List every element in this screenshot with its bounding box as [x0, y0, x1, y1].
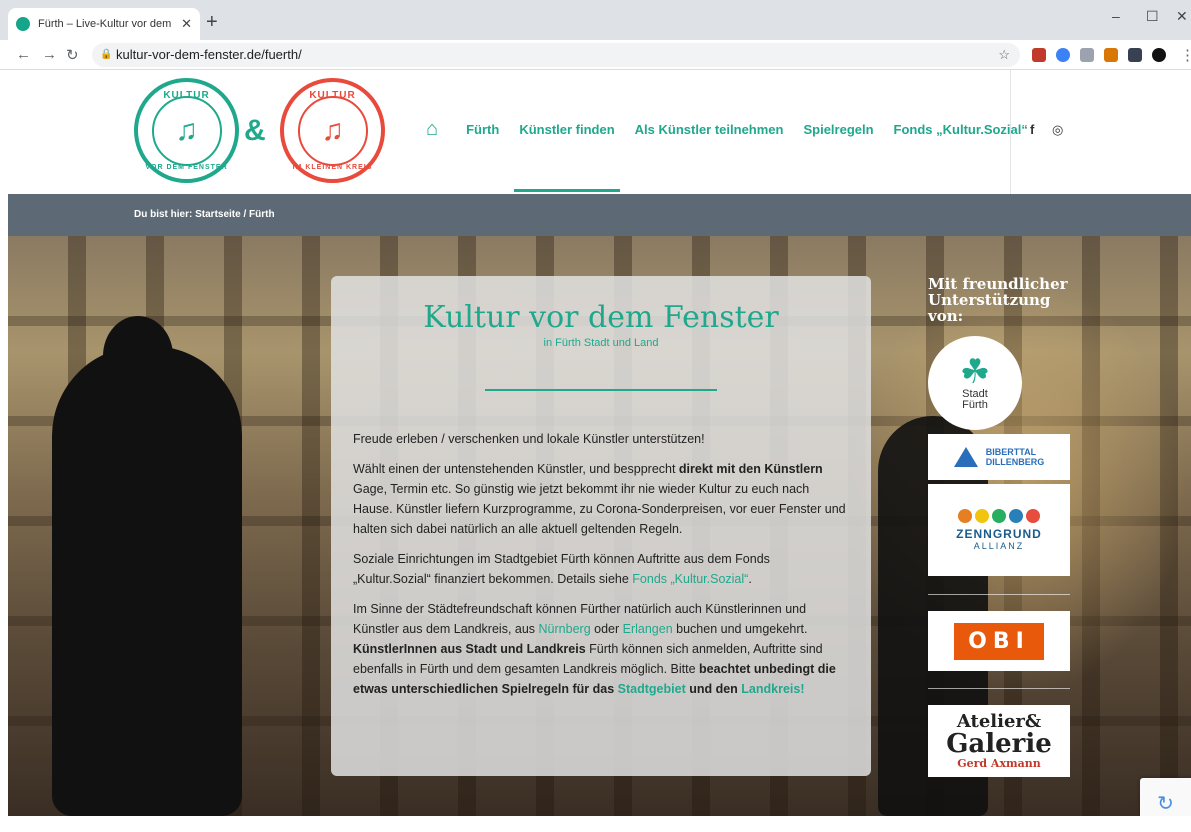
sponsor-zenn-label-2: ALLIANZ — [973, 541, 1025, 551]
badge2-top-text: KULTUR — [309, 90, 356, 101]
tab-title: Fürth – Live-Kultur vor dem Fenst — [38, 18, 175, 30]
intro-content-box: Kultur vor dem Fenster in Fürth Stadt un… — [331, 276, 871, 776]
menu-item-fuerth[interactable]: Fürth — [466, 122, 499, 137]
erlangen-link[interactable]: Erlangen — [623, 622, 673, 636]
page-bottom — [0, 816, 1191, 832]
profile-avatar[interactable] — [1152, 48, 1166, 62]
header-divider — [1010, 70, 1011, 194]
social-links: f ◎ — [1030, 122, 1063, 138]
intro-paragraph-3: Soziale Einrichtungen im Stadtgebiet Für… — [353, 552, 770, 586]
lock-icon: 🔒 — [100, 49, 113, 60]
sponsors-heading: Mit freundlicher Unterstützung von: — [928, 275, 1068, 325]
title-separator — [485, 389, 717, 391]
close-window-icon[interactable]: ✕ — [1176, 8, 1188, 25]
zenngrund-dots-logo-icon — [958, 509, 1040, 523]
extension-blue-icon[interactable] — [1056, 48, 1070, 62]
badge1-bottom-text: VOR DEM FENSTER — [145, 164, 228, 171]
nuernberg-link[interactable]: Nürnberg — [539, 622, 591, 636]
extension-orange-icon[interactable] — [1104, 48, 1118, 62]
tab-close-icon[interactable]: ✕ — [181, 16, 192, 32]
minimize-icon[interactable]: – — [1112, 8, 1120, 24]
person-head-silhouette — [103, 316, 173, 396]
sponsor-stadt-fuerth[interactable]: ☘ Stadt Fürth — [928, 336, 1022, 430]
sponsor-atelier-label-3: Gerd Axmann — [957, 756, 1041, 770]
logo-kultur-im-kleinen-kreis[interactable]: KULTUR ♫ IM KLEINEN KREIS — [280, 78, 385, 183]
theater-masks-icon: ♫ — [151, 95, 222, 166]
intro-paragraph-4: Im Sinne der Städtefreundschaft können F… — [353, 602, 836, 696]
url-field[interactable]: 🔒 kultur-vor-dem-fenster.de/fuerth/ ☆ — [92, 43, 1020, 67]
intro-paragraph-1: Freude erleben / verschenken und lokale … — [353, 432, 705, 446]
fonds-link[interactable]: Fonds „Kultur.Sozial“ — [632, 572, 748, 586]
menu-item-als-kuenstler-teilnehmen[interactable]: Als Künstler teilnehmen — [635, 122, 784, 137]
sponsor-bibert-label-2: DILLENBERG — [985, 457, 1045, 467]
extension-camera-icon[interactable] — [1080, 48, 1094, 62]
sponsor-stadt-label-2: Fürth — [962, 399, 988, 411]
new-tab-icon[interactable]: + — [206, 12, 218, 32]
page-title: Kultur vor dem Fenster — [423, 300, 779, 335]
menu-item-fonds-kultur-sozial[interactable]: Fonds „Kultur.Sozial“ — [894, 122, 1028, 137]
home-icon[interactable]: ⌂ — [426, 118, 438, 141]
browser-tab-strip: Fürth – Live-Kultur vor dem Fenst ✕ + – … — [0, 0, 1191, 40]
facebook-icon[interactable]: f — [1030, 122, 1034, 137]
site-favicon-icon — [16, 17, 30, 31]
back-icon[interactable]: ← — [16, 46, 31, 63]
sponsor-zenn-label-1: ZENNGRUND — [956, 527, 1042, 541]
extensions-puzzle-icon[interactable] — [1128, 48, 1142, 62]
bookmark-star-icon[interactable]: ☆ — [998, 43, 1010, 67]
breadcrumb: Du bist hier: Startseite / Fürth — [8, 194, 1191, 236]
badge2-bottom-text: IM KLEINEN KREIS — [292, 164, 373, 171]
theater-masks-icon: ♫ — [297, 95, 368, 166]
sponsor-divider — [928, 688, 1070, 689]
person-silhouette — [52, 346, 242, 816]
obi-logo: OBI — [954, 622, 1044, 660]
sponsor-atelier-label-1: Atelier& — [956, 710, 1042, 732]
sponsor-biberttal-dillenberg[interactable]: BIBERTTAL DILLENBERG — [928, 434, 1070, 480]
url-text: kultur-vor-dem-fenster.de/fuerth/ — [116, 47, 302, 62]
mountain-logo-icon — [953, 447, 978, 467]
menu-item-spielregeln[interactable]: Spielregeln — [803, 122, 873, 137]
badge1-top-text: KULTUR — [163, 90, 210, 101]
sponsor-zenngrund-allianz[interactable]: ZENNGRUND ALLIANZ — [928, 484, 1070, 576]
clover-icon: ☘ — [959, 353, 991, 391]
intro-paragraph-2: Wählt einen der untenstehenden Künstler,… — [353, 462, 846, 536]
logo-ampersand: & — [244, 114, 266, 147]
site-header: KULTUR ♫ VOR DEM FENSTER & KULTUR ♫ IM K… — [8, 70, 1191, 194]
reload-icon[interactable]: ↻ — [66, 46, 79, 64]
sponsor-obi[interactable]: OBI — [928, 611, 1070, 671]
menu-item-kuenstler-finden[interactable]: Künstler finden — [519, 122, 614, 137]
instagram-icon[interactable]: ◎ — [1052, 122, 1063, 137]
sponsor-bibert-label-1: BIBERTTAL — [985, 447, 1037, 457]
active-menu-indicator — [514, 189, 620, 192]
logo-kultur-vor-dem-fenster[interactable]: KULTUR ♫ VOR DEM FENSTER — [134, 78, 239, 183]
address-bar-row: ← → ↻ 🔒 kultur-vor-dem-fenster.de/fuerth… — [0, 40, 1191, 70]
sponsor-divider — [928, 594, 1070, 595]
maximize-icon[interactable]: ☐ — [1146, 8, 1159, 25]
extension-pdf-icon[interactable] — [1032, 48, 1046, 62]
main-menu: ⌂ Fürth Künstler finden Als Künstler tei… — [426, 118, 1048, 141]
landkreis-link[interactable]: Landkreis! — [741, 682, 804, 696]
page-subtitle: in Fürth Stadt und Land — [543, 337, 659, 349]
menu-kebab-icon[interactable]: ⋮ — [1180, 46, 1191, 64]
stadtgebiet-link[interactable]: Stadtgebiet — [618, 682, 686, 696]
sponsor-atelier-galerie[interactable]: Atelier& Galerie Gerd Axmann — [928, 705, 1070, 777]
browser-tab[interactable]: Fürth – Live-Kultur vor dem Fenst ✕ — [8, 8, 200, 40]
sponsor-atelier-label-2: Galerie — [946, 728, 1052, 759]
forward-icon[interactable]: → — [42, 46, 57, 63]
